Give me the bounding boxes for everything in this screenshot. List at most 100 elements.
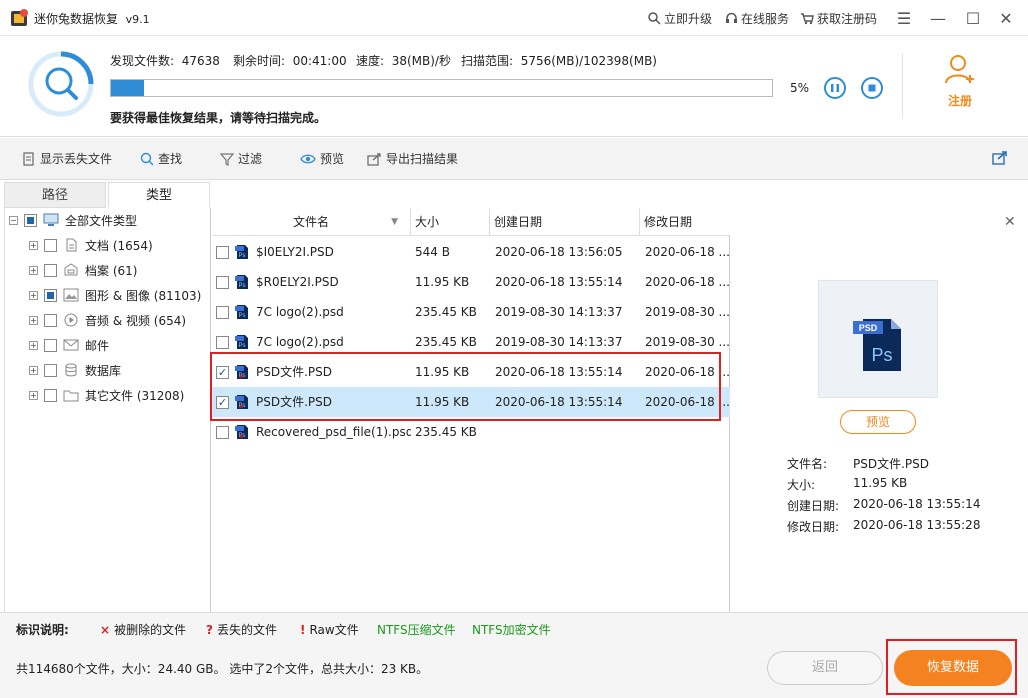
- folder-icon: [63, 388, 79, 402]
- tree-checkbox[interactable]: [44, 363, 57, 377]
- tab-type[interactable]: 类型: [108, 182, 210, 208]
- preview-label: 预览: [320, 152, 345, 166]
- get-code-link[interactable]: 获取注册码: [800, 10, 877, 27]
- tree-root-label: 全部文件类型: [65, 213, 138, 228]
- tree-checkbox[interactable]: [44, 388, 57, 402]
- collapse-icon[interactable]: −: [9, 215, 18, 225]
- stop-button[interactable]: [861, 77, 883, 99]
- svg-text:PSD: PSD: [859, 323, 878, 333]
- register-button[interactable]: 注册: [932, 53, 988, 123]
- meta-size: 大小: 11.95 KB: [787, 476, 908, 492]
- table-row[interactable]: Ps $R0ELY2I.PSD 11.95 KB 2020-06-18 13:55:1…: [212, 267, 730, 297]
- meta-filename: 文件名: PSD文件.PSD: [787, 457, 930, 471]
- minimize-icon[interactable]: —: [926, 6, 950, 30]
- database-icon: [63, 363, 79, 377]
- tree-checkbox[interactable]: [24, 213, 37, 227]
- tree-item[interactable]: + 数据库: [29, 359, 121, 381]
- tree-item[interactable]: + 邮件: [29, 334, 109, 356]
- expand-icon[interactable]: +: [29, 390, 38, 400]
- column-header-name[interactable]: 文件名 ▼: [212, 208, 411, 236]
- preview-button[interactable]: 预览: [840, 410, 916, 434]
- tree-item[interactable]: + 档案 (61): [29, 259, 137, 281]
- column-header-modified[interactable]: 修改日期: [640, 208, 730, 236]
- expand-icon[interactable]: +: [29, 240, 38, 250]
- filter-button[interactable]: 过滤: [220, 150, 262, 167]
- upgrade-link[interactable]: 立即升级: [648, 10, 712, 27]
- table-row[interactable]: Ps 7C logo(2).psd 235.45 KB 2019-08-30 14:1…: [212, 297, 730, 327]
- cell-modified: 2020-06-18 ...: [645, 275, 730, 289]
- column-header-size[interactable]: 大小: [411, 208, 490, 236]
- psd-file-icon: Ps×: [235, 425, 248, 440]
- cell-size: 235.45 KB: [415, 425, 477, 439]
- online-service-link[interactable]: 在线服务: [725, 10, 789, 27]
- tree-checkbox[interactable]: [44, 338, 57, 352]
- expand-icon[interactable]: +: [29, 290, 38, 300]
- tree-root[interactable]: − 全部文件类型: [9, 209, 137, 231]
- legend-raw: ! Raw文件: [300, 622, 359, 638]
- tab-path[interactable]: 路径: [4, 182, 106, 208]
- tree-checkbox[interactable]: [44, 238, 57, 252]
- tree-item-label: 邮件: [85, 338, 110, 353]
- psd-file-icon: Ps: [235, 245, 248, 259]
- tree-checkbox[interactable]: [44, 313, 57, 327]
- svg-text:Ps: Ps: [871, 345, 892, 365]
- view-tabs: 路径 类型: [4, 182, 210, 208]
- expand-icon[interactable]: +: [29, 365, 38, 375]
- file-list-icon: [23, 151, 34, 166]
- app-title: 迷你兔数据恢复 v9.1: [34, 12, 150, 26]
- tree-item[interactable]: + 文档 (1654): [29, 234, 153, 256]
- row-checkbox[interactable]: [216, 306, 229, 319]
- scan-progress-fill: [111, 80, 145, 96]
- maximize-icon[interactable]: ☐: [961, 6, 985, 30]
- expand-icon[interactable]: +: [29, 265, 38, 275]
- raw-mark-icon: !: [300, 622, 306, 637]
- pause-icon: [831, 84, 839, 92]
- selection-highlight-box: [210, 352, 721, 421]
- back-button[interactable]: 返回: [767, 651, 883, 685]
- row-checkbox[interactable]: [216, 276, 229, 289]
- find-button[interactable]: 查找: [140, 150, 182, 167]
- expand-icon[interactable]: +: [29, 315, 38, 325]
- column-header-created[interactable]: 创建日期: [490, 208, 640, 236]
- svg-text:×: ×: [239, 432, 244, 440]
- cell-created: [495, 417, 640, 447]
- pause-button[interactable]: [824, 77, 846, 99]
- tree-checkbox[interactable]: [44, 263, 57, 277]
- show-lost-label: 显示丢失文件: [40, 152, 113, 166]
- table-row[interactable]: Ps $I0ELY2I.PSD 544 B 2020-06-18 13:56:05 20…: [212, 237, 730, 267]
- expand-icon[interactable]: +: [29, 340, 38, 350]
- cell-created: 2020-06-18 13:55:14: [495, 275, 623, 289]
- tree-checkbox[interactable]: [44, 288, 57, 302]
- legend-title: 标识说明:: [16, 623, 69, 637]
- legend-deleted: × 被删除的文件: [100, 622, 187, 638]
- share-export-button[interactable]: [992, 150, 1008, 165]
- row-checkbox[interactable]: [216, 246, 229, 259]
- row-checkbox[interactable]: [216, 426, 229, 439]
- tree-item[interactable]: + 音频 & 视频 (654): [29, 309, 186, 331]
- media-icon: [63, 313, 79, 327]
- cell-name: $I0ELY2I.PSD: [256, 245, 334, 259]
- close-preview-icon[interactable]: ✕: [1004, 214, 1016, 230]
- export-scan-button[interactable]: 导出扫描结果: [367, 150, 458, 167]
- progress-percent: 5%: [790, 81, 810, 95]
- tree-item-label: 档案 (61): [85, 263, 138, 278]
- meta-modified: 修改日期: 2020-06-18 13:55:28: [787, 518, 981, 534]
- divider: [902, 53, 903, 119]
- close-icon[interactable]: ✕: [994, 6, 1018, 30]
- lost-mark-icon: ?: [206, 622, 213, 637]
- table-row[interactable]: Ps × Recovered_psd_file(1).psd 235.45 KB: [212, 417, 730, 447]
- recover-highlight-box: [886, 639, 1017, 695]
- share-icon: [992, 151, 1007, 165]
- menu-icon[interactable]: ☰: [892, 6, 916, 30]
- show-lost-files-button[interactable]: 显示丢失文件: [22, 150, 112, 167]
- cell-size: 235.45 KB: [415, 305, 477, 319]
- tree-item[interactable]: + 图形 & 图像 (81103): [29, 284, 201, 306]
- cell-created: 2020-06-18 13:56:05: [495, 245, 623, 259]
- legend-ntfs-encrypted: NTFS加密文件: [472, 623, 551, 637]
- cell-modified: 2020-06-18 ...: [645, 245, 730, 259]
- tree-item[interactable]: + 其它文件 (31208): [29, 384, 184, 406]
- row-checkbox[interactable]: [216, 336, 229, 349]
- psd-file-icon: Ps: [235, 305, 248, 319]
- export-icon: [367, 152, 381, 166]
- preview-toolbar-button[interactable]: 预览: [300, 150, 344, 167]
